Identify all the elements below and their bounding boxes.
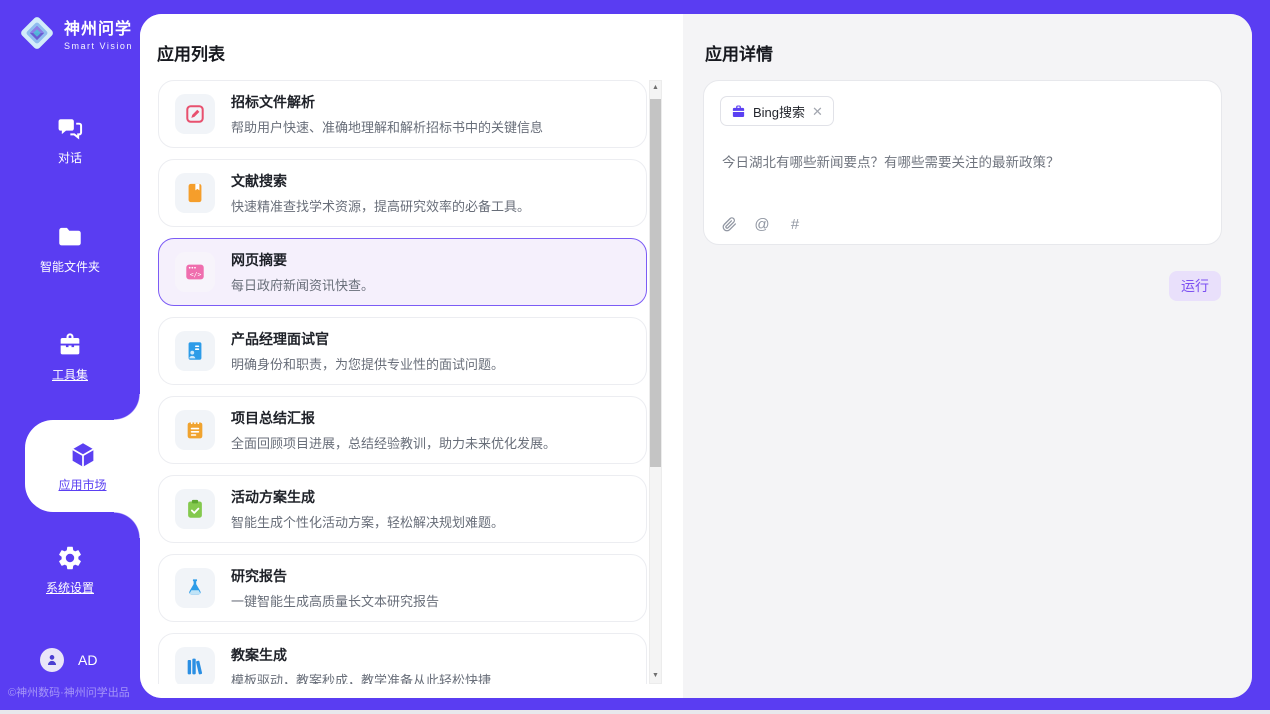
app-name: 产品经理面试官 [231,329,504,349]
brand-logo: 神州问学 Smart Vision [18,14,133,52]
scrollbar-thumb[interactable] [650,99,661,467]
sidebar-item-chat[interactable]: 对话 [0,113,140,166]
notepad-icon [175,410,215,450]
app-list-scrollbar[interactable]: ▲ ▼ [649,80,662,684]
sidebar-item-gear[interactable]: 系统设置 [0,543,140,596]
app-name: 招标文件解析 [231,92,543,112]
sidebar: 神州问学 Smart Vision 对话智能文件夹工具集应用市场系统设置 AD … [0,0,140,710]
app-card[interactable]: 项目总结汇报全面回顾项目进展，总结经验教训，助力未来优化发展。 [158,396,647,464]
close-icon[interactable]: ✕ [812,105,823,118]
brand-subtitle: Smart Vision [64,41,133,51]
query-composer: Bing搜索 ✕ 今日湖北有哪些新闻要点？有哪些需要关注的最新政策？ @ # [703,80,1222,245]
hash-icon[interactable]: # [787,216,803,232]
concave-corner [114,394,140,420]
sidebar-item-cube[interactable]: 应用市场 [25,420,140,512]
app-name: 网页摘要 [231,250,374,270]
app-card[interactable]: 招标文件解析帮助用户快速、准确地理解和解析招标书中的关键信息 [158,80,647,148]
tool-tag-label: Bing搜索 [753,102,805,121]
app-description: 明确身份和职责，为您提供专业性的面试问题。 [231,354,504,373]
app-name: 活动方案生成 [231,487,504,507]
gear-icon [55,543,85,573]
app-description: 帮助用户快速、准确地理解和解析招标书中的关键信息 [231,117,543,136]
sidebar-item-toolbox[interactable]: 工具集 [0,330,140,383]
app-card[interactable]: 研究报告一键智能生成高质量长文本研究报告 [158,554,647,622]
app-card[interactable]: 教案生成模板驱动，教案秒成，教学准备从此轻松快捷 [158,633,647,684]
flask-icon [175,568,215,608]
app-list-pane: 应用列表 招标文件解析帮助用户快速、准确地理解和解析招标书中的关键信息文献搜索快… [140,14,683,698]
at-icon[interactable]: @ [754,216,770,232]
composer-toolbar: @ # [721,216,803,232]
sidebar-item-label: 智能文件夹 [40,258,100,275]
app-description: 每日政府新闻资讯快查。 [231,275,374,294]
app-card[interactable]: 文献搜索快速精准查找学术资源，提高研究效率的必备工具。 [158,159,647,227]
sidebar-item-folder[interactable]: 智能文件夹 [0,222,140,275]
avatar [40,648,64,672]
document-pen-icon [175,94,215,134]
app-description: 一键智能生成高质量长文本研究报告 [231,591,439,610]
books-icon [175,647,215,684]
sidebar-item-label: 系统设置 [46,579,94,596]
chat-icon [55,113,85,143]
scroll-down-icon[interactable]: ▼ [650,669,661,683]
brand-name: 神州问学 [64,15,133,39]
app-name: 研究报告 [231,566,439,586]
user-account[interactable]: AD [40,648,97,672]
svg-text:</>: </> [190,270,202,278]
query-text[interactable]: 今日湖北有哪些新闻要点？有哪些需要关注的最新政策？ [722,151,1203,171]
folder-icon [55,222,85,252]
tool-tag-bing-search[interactable]: Bing搜索 ✕ [720,96,834,126]
scroll-up-icon[interactable]: ▲ [650,81,661,95]
app-list-title: 应用列表 [157,40,225,65]
cube-icon [68,440,98,470]
clipboard-check-icon [175,489,215,529]
app-detail-pane: 应用详情 Bing搜索 ✕ 今日湖北有哪些新闻要点？有哪些需要关注的最新政策？ [683,14,1252,698]
diamond-logo-icon [18,14,56,52]
app-name: 教案生成 [231,645,491,665]
app-card[interactable]: </> 网页摘要每日政府新闻资讯快查。 [158,238,647,306]
app-name: 项目总结汇报 [231,408,556,428]
app-list: 招标文件解析帮助用户快速、准确地理解和解析招标书中的关键信息文献搜索快速精准查找… [158,80,647,684]
paperclip-icon[interactable] [721,216,737,232]
app-detail-title: 应用详情 [705,40,773,65]
concave-corner [114,512,140,538]
copyright-text: ©神州数码·神州问学出品 [8,684,130,700]
browser-window-icon: </> [175,252,215,292]
main-content-panel: 应用列表 招标文件解析帮助用户快速、准确地理解和解析招标书中的关键信息文献搜索快… [140,14,1252,698]
sidebar-item-label: 工具集 [52,366,88,383]
book-icon [175,173,215,213]
app-name: 文献搜索 [231,171,530,191]
sidebar-item-label: 对话 [58,149,82,166]
toolbox-icon [55,330,85,360]
app-card[interactable]: 产品经理面试官明确身份和职责，为您提供专业性的面试问题。 [158,317,647,385]
sidebar-item-label: 应用市场 [58,476,106,493]
person-icon [45,653,59,667]
person-document-icon [175,331,215,371]
app-description: 全面回顾项目进展，总结经验教训，助力未来优化发展。 [231,433,556,452]
app-window-frame: 神州问学 Smart Vision 对话智能文件夹工具集应用市场系统设置 AD … [0,0,1270,710]
briefcase-icon [731,104,746,119]
app-description: 智能生成个性化活动方案，轻松解决规划难题。 [231,512,504,531]
user-initials: AD [78,652,97,668]
app-description: 模板驱动，教案秒成，教学准备从此轻松快捷 [231,670,491,684]
run-button[interactable]: 运行 [1169,271,1221,301]
app-description: 快速精准查找学术资源，提高研究效率的必备工具。 [231,196,530,215]
app-card[interactable]: 活动方案生成智能生成个性化活动方案，轻松解决规划难题。 [158,475,647,543]
